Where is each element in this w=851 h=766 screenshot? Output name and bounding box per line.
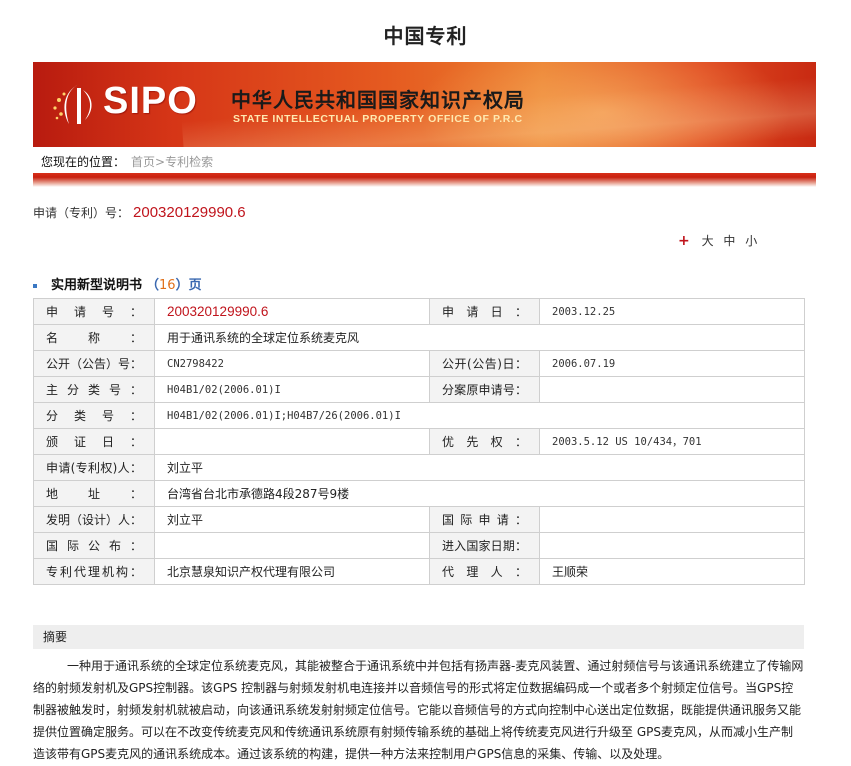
field-value: 用于通讯系统的全球定位系统麦克风 [154,324,805,351]
field-label: 申请日： [429,298,540,325]
field-label: 分案原申请号： [429,376,540,403]
office-name-cn: 中华人民共和国国家知识产权局 [231,88,525,112]
field-value [539,532,805,559]
page-count-link[interactable]: （16）页 [146,278,202,293]
font-size-small[interactable]: 小 [745,234,760,248]
field-label: 地址： [33,480,155,507]
field-label: 专利代理机构： [33,558,155,585]
field-value: H04B1/02(2006.01)I;H04B7/26(2006.01)I [154,402,805,429]
field-label: 名称： [33,324,155,351]
field-value: 北京慧泉知识产权代理有限公司 [154,558,430,585]
font-size-switcher: + 大 中 小 [678,232,760,249]
breadcrumb-label: 您现在的位置： [41,155,126,169]
field-label: 分类号： [33,402,155,429]
table-row: 公开（公告）号： CN2798422 公开(公告)日： 2006.07.19 [33,350,805,377]
bullet-icon [33,283,37,288]
sipo-banner: SIPO 中华人民共和国国家知识产权局 STATE INTELLECTUAL P… [33,62,816,147]
section-title: 实用新型说明书 [51,278,143,293]
field-label: 代理人： [429,558,540,585]
application-number: 200320129990.6 [133,204,246,221]
sipo-logo-icon [53,84,92,124]
field-value: 2003.5.12 US 10/434，701 [539,428,805,455]
field-value [539,376,805,403]
field-value: CN2798422 [154,350,430,377]
table-row: 申请号： 200320129990.6 申请日： 2003.12.25 [33,298,805,325]
field-label: 进入国家日期： [429,532,540,559]
plus-icon: + [678,233,693,249]
field-label: 发明（设计）人： [33,506,155,533]
table-row: 分类号： H04B1/02(2006.01)I;H04B7/26(2006.01)… [33,402,805,429]
application-number-label: 申请（专利）号： [33,206,130,220]
field-label: 公开(公告)日： [429,350,540,377]
abstract-heading-label: 摘要 [43,630,68,644]
field-label: 公开（公告）号： [33,350,155,377]
office-name-en: STATE INTELLECTUAL PROPERTY OFFICE OF P.… [233,113,523,125]
table-row: 主分类号： H04B1/02(2006.01)I 分案原申请号： [33,376,805,403]
breadcrumb: 您现在的位置： 首页>专利检索 [33,152,816,172]
field-value [539,506,805,533]
field-label: 主分类号： [33,376,155,403]
field-label: 申请(专利权)人： [33,454,155,481]
page-title: 中国专利 [383,24,468,48]
table-row: 申请(专利权)人： 刘立平 [33,454,805,481]
table-row: 名称： 用于通讯系统的全球定位系统麦克风 [33,324,805,351]
field-value: 2003.12.25 [539,298,805,325]
table-row: 专利代理机构： 北京慧泉知识产权代理有限公司 代理人： 王顺荣 [33,558,805,585]
page-count[interactable]: 16 [159,278,176,293]
table-row: 地址： 台湾省台北市承德路4段287号9楼 [33,480,805,507]
font-size-large[interactable]: 大 [702,234,717,248]
abstract-text: 一种用于通讯系统的全球定位系统麦克风，其能被整合于通讯系统中并包括有扬声器-麦克… [33,659,804,761]
field-value [154,532,430,559]
divider-bar [33,173,816,187]
table-row: 颁证日： 优先权： 2003.5.12 US 10/434，701 [33,428,805,455]
field-value: 刘立平 [154,506,430,533]
field-label: 国际公布： [33,532,155,559]
patent-info-table: 申请号： 200320129990.6 申请日： 2003.12.25 名称： 用于通讯系… [33,298,805,585]
table-row: 发明（设计）人： 刘立平 国际申请： [33,506,805,533]
sipo-logo-text: SIPO [103,80,198,122]
field-value: 王顺荣 [539,558,805,585]
font-size-medium[interactable]: 中 [723,234,738,248]
table-row: 国际公布： 进入国家日期： [33,532,805,559]
field-value [154,428,430,455]
breadcrumb-links[interactable]: 首页>专利检索 [131,155,213,169]
field-value: 2006.07.19 [539,350,805,377]
field-label: 国际申请： [429,506,540,533]
abstract-heading: 摘要 [33,625,804,649]
field-label: 申请号： [33,298,155,325]
field-label: 颁证日： [33,428,155,455]
field-value: 刘立平 [154,454,805,481]
field-value: 200320129990.6 [154,298,430,325]
field-label: 优先权： [429,428,540,455]
field-value: H04B1/02(2006.01)I [154,376,430,403]
field-value: 台湾省台北市承德路4段287号9楼 [154,480,805,507]
application-number-line: 申请（专利）号： 200320129990.6 [33,204,246,221]
section-heading: 实用新型说明书 （16）页 [33,274,202,293]
